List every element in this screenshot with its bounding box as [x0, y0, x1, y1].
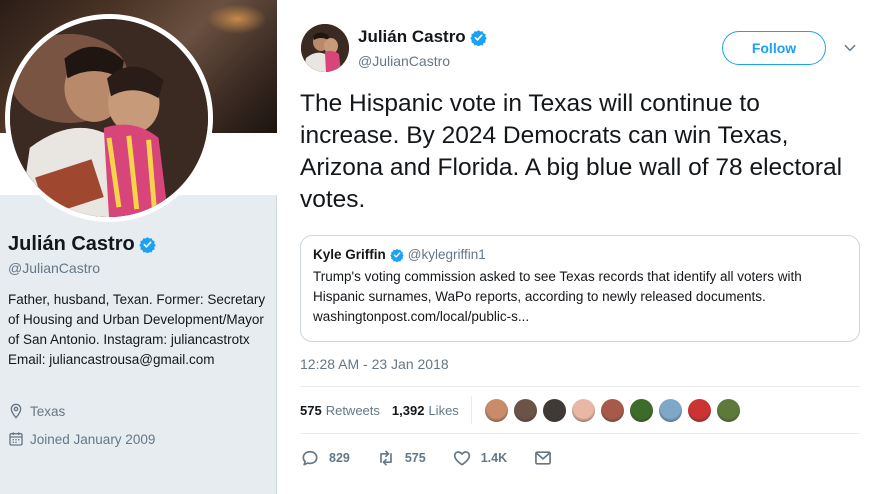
- profile-sidebar: Julián Castro @JulianCastro Father, husb…: [0, 0, 277, 494]
- profile-location-text: Texas: [30, 403, 66, 419]
- follow-button[interactable]: Follow: [722, 31, 826, 65]
- tweet-author-handle[interactable]: @JulianCastro: [358, 53, 450, 69]
- tweet-actions: 829 575 1.4K: [300, 446, 579, 470]
- location-pin-icon: [8, 403, 24, 419]
- tweet-timestamp[interactable]: 12:28 AM - 23 Jan 2018: [300, 356, 449, 372]
- quoted-tweet[interactable]: Kyle Griffin @kylegriffin1 Trump's votin…: [300, 235, 860, 342]
- direct-message-button[interactable]: [533, 448, 553, 468]
- chevron-down-icon[interactable]: [843, 41, 857, 55]
- profile-joined: Joined January 2009: [8, 431, 155, 447]
- reply-button[interactable]: 829: [300, 448, 350, 468]
- reply-icon: [300, 448, 320, 468]
- liker-avatar[interactable]: [541, 397, 567, 423]
- retweet-button[interactable]: 575: [376, 448, 426, 468]
- profile-handle[interactable]: @JulianCastro: [8, 260, 100, 276]
- likes-label: Likes: [428, 402, 459, 418]
- liker-avatar[interactable]: [599, 397, 625, 423]
- quoted-tweet-body: Trump's voting commission asked to see T…: [313, 269, 802, 304]
- verified-badge-icon: [469, 29, 487, 46]
- profile-avatar[interactable]: [5, 14, 213, 222]
- quoted-tweet-link[interactable]: washingtonpost.com/local/public-s...: [313, 309, 529, 324]
- tweet-author-name[interactable]: Julián Castro: [358, 27, 466, 47]
- liker-avatars: [483, 397, 745, 423]
- verified-badge-icon: [389, 248, 404, 262]
- retweets-count: 575: [300, 402, 322, 418]
- liker-avatar[interactable]: [657, 397, 683, 423]
- like-count: 1.4K: [480, 451, 508, 465]
- verified-badge-icon: [138, 237, 156, 253]
- profile-location: Texas: [8, 403, 65, 419]
- tweet-text: The Hispanic vote in Texas will continue…: [300, 90, 843, 213]
- stats-separator: [470, 396, 472, 424]
- likes-count: 1,392: [391, 402, 425, 418]
- heart-icon: [452, 448, 472, 468]
- divider: [300, 433, 860, 434]
- profile-bio: Father, husband, Texan. Former: Secretar…: [8, 292, 266, 367]
- liker-avatar[interactable]: [686, 397, 712, 423]
- liker-avatar[interactable]: [483, 397, 509, 423]
- quoted-tweet-author-name: Kyle Griffin: [313, 247, 386, 262]
- quoted-tweet-header: Kyle Griffin @kylegriffin1: [313, 247, 847, 262]
- liker-avatar[interactable]: [628, 397, 654, 423]
- profile-joined-text: Joined January 2009: [30, 431, 156, 447]
- profile-avatar-photo: [10, 19, 208, 217]
- retweet-icon: [376, 448, 396, 468]
- liker-avatar[interactable]: [715, 397, 741, 423]
- profile-name[interactable]: Julián Castro: [8, 233, 135, 256]
- direct-message-icon: [533, 448, 553, 468]
- profile-name-row: Julián Castro: [8, 233, 156, 256]
- liker-avatar[interactable]: [512, 397, 538, 423]
- liker-avatar[interactable]: [570, 397, 596, 423]
- tweet-detail: Julián Castro @JulianCastro Follow The H…: [277, 0, 885, 494]
- retweets-label: Retweets: [325, 402, 380, 418]
- likes-stat[interactable]: 1,392 Likes: [392, 403, 459, 418]
- like-button[interactable]: 1.4K: [452, 448, 507, 468]
- reply-count: 829: [329, 451, 350, 465]
- divider: [300, 386, 860, 387]
- banner-light: [207, 4, 267, 34]
- tweet-author-avatar-photo: [301, 24, 349, 72]
- quoted-tweet-text: Trump's voting commission asked to see T…: [313, 267, 847, 327]
- tweet-author-avatar[interactable]: [301, 24, 349, 72]
- retweets-stat[interactable]: 575 Retweets: [300, 403, 380, 418]
- tweet-author-name-row: Julián Castro: [358, 27, 487, 47]
- quoted-tweet-author-handle: @kylegriffin1: [407, 247, 486, 262]
- calendar-icon: [8, 431, 24, 447]
- tweet-stats: 575 Retweets 1,392 Likes: [300, 396, 745, 424]
- retweet-count: 575: [404, 451, 426, 465]
